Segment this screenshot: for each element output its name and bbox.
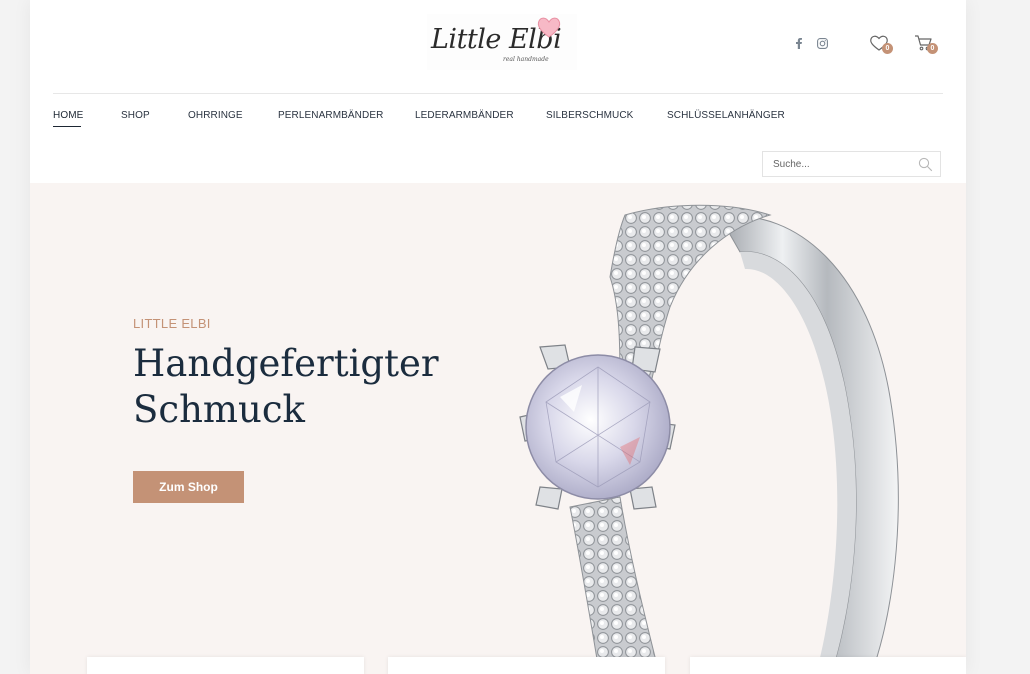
search-input[interactable]: [763, 152, 923, 176]
wishlist-count-badge: 0: [882, 43, 893, 54]
page: Little Elbi real handmade 0 0 HOME SHOP …: [30, 0, 966, 674]
nav-item-home[interactable]: HOME: [53, 110, 83, 121]
cart-button[interactable]: 0: [912, 30, 938, 54]
search-box: [762, 151, 941, 177]
nav-item-perlenarmbaender[interactable]: PERLENARMBÄNDER: [278, 110, 383, 121]
facebook-icon[interactable]: [792, 36, 806, 50]
nav-active-underline: [53, 126, 81, 127]
instagram-icon[interactable]: [815, 36, 829, 50]
hero-title: Handgefertigter Schmuck: [133, 341, 439, 433]
zum-shop-button[interactable]: Zum Shop: [133, 471, 244, 503]
cart-count-badge: 0: [927, 43, 938, 54]
heart-logo-icon: [537, 17, 561, 38]
nav-item-shop[interactable]: SHOP: [121, 110, 150, 121]
product-card[interactable]: [388, 657, 665, 674]
header-divider: [53, 93, 943, 94]
nav-item-lederarmbaender[interactable]: LEDERARMBÄNDER: [415, 110, 514, 121]
search-icon[interactable]: [918, 157, 933, 172]
hero-title-line-2: Schmuck: [133, 388, 305, 431]
hero-kicker: LITTLE ELBI: [133, 316, 211, 331]
nav-item-schluesselanhaenger[interactable]: SCHLÜSSELANHÄNGER: [667, 110, 785, 121]
hero-title-line-1: Handgefertigter: [133, 342, 439, 385]
site-logo[interactable]: Little Elbi real handmade: [427, 14, 577, 70]
hero-banner: LITTLE ELBI Handgefertigter Schmuck Zum …: [30, 183, 966, 674]
diamond-ring-image: [519, 204, 899, 674]
product-card[interactable]: [87, 657, 364, 674]
nav-item-silberschmuck[interactable]: SILBERSCHMUCK: [546, 110, 633, 121]
product-card[interactable]: [690, 657, 966, 674]
wishlist-button[interactable]: 0: [867, 30, 893, 54]
logo-tagline: real handmade: [503, 56, 549, 63]
nav-item-ohrringe[interactable]: OHRRINGE: [188, 110, 243, 121]
